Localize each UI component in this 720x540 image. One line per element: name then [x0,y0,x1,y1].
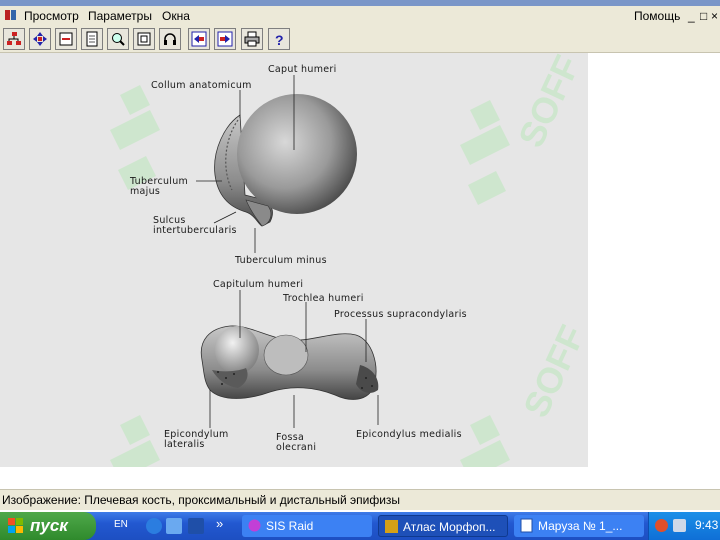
taskbar: пуск EN » SIS Raid Атлас Морфоп... Маруз… [0,512,720,540]
tree-icon [7,32,21,45]
tree-button[interactable] [3,28,25,50]
label-tuberculum-majus-2: majus [130,186,160,197]
windows-logo-icon [8,518,23,533]
task-atlas[interactable]: Атлас Морфоп... [378,515,508,537]
quicklaunch-chevron[interactable]: » [216,516,223,531]
maximize-button[interactable]: □ [700,9,707,23]
sis-raid-icon [248,519,261,532]
task-sis-raid[interactable]: SIS Raid [242,515,372,537]
search-icon [112,33,125,46]
index-button[interactable] [55,28,77,50]
menu-windows[interactable]: Окна [162,9,190,23]
system-tray: 9:43 [648,512,720,540]
forward-icon [217,31,233,47]
menu-help[interactable]: Помощь [634,9,680,23]
print-icon [244,31,260,47]
canvas-blank-area [588,53,720,467]
label-caput-humeri: Caput humeri [268,64,337,75]
tray-icon-1[interactable] [655,519,668,532]
headphones-icon [164,33,176,45]
status-text: Изображение: Плечевая кость, проксимальн… [2,493,401,507]
atlas-icon [385,520,398,533]
task-label: SIS Raid [266,519,314,533]
toolbar: ? [0,26,720,53]
back-button[interactable] [188,28,210,50]
frame-button[interactable] [133,28,155,50]
label-capitulum-humeri: Capitulum humeri [213,279,303,290]
svg-text:?: ? [275,32,284,47]
humerus-illustration: SOFF SOFF Caput humeri Collum anatomicum… [110,53,588,467]
clock: 9:43 [695,518,719,532]
word-icon[interactable] [188,518,204,534]
proximal-humerus-drawing [214,94,357,227]
print-button[interactable] [241,28,263,50]
status-bar: Изображение: Плечевая кость, проксимальн… [0,489,720,510]
watermark-text-2: SOFF [515,319,588,423]
label-trochlea-humeri: Trochlea humeri [282,293,364,304]
audio-button[interactable] [159,28,181,50]
label-processus-supracondylaris: Processus supracondylaris [334,309,467,320]
label-collum-anatomicum: Collum anatomicum [151,80,252,91]
index-icon [59,32,73,46]
menu-bar: Просмотр Параметры Окна Помощь _ □ × [0,6,720,26]
back-icon [191,31,207,47]
label-epicondylus-medialis: Epicondylus medialis [356,429,462,440]
menu-settings[interactable]: Параметры [88,9,152,23]
quicklaunch-icon[interactable] [166,518,182,534]
frame-icon [137,32,151,46]
help-button[interactable]: ? [268,28,290,50]
tray-icon-2[interactable] [673,519,686,532]
distal-humerus-drawing [200,325,379,400]
ie-icon[interactable] [146,518,162,534]
move-icon [33,32,47,46]
label-epicondylum-2: lateralis [164,439,205,450]
label-fossa-2: olecrani [276,442,316,453]
label-tuberculum-minus: Tuberculum minus [234,255,327,266]
forward-button[interactable] [214,28,236,50]
start-label: пуск [30,516,68,535]
document-icon [520,518,533,533]
task-label: Атлас Морфоп... [403,520,496,534]
language-indicator[interactable]: EN [114,519,128,530]
menu-view[interactable]: Просмотр [24,9,79,23]
page-button[interactable] [81,28,103,50]
search-button[interactable] [107,28,129,50]
page-icon [86,31,98,47]
help-icon: ? [275,32,284,47]
close-button[interactable]: × [711,9,718,23]
label-sulcus-2: intertubercularis [153,225,237,236]
minimize-button[interactable]: _ [688,9,695,23]
task-maruza[interactable]: Маруза № 1_... [514,515,644,537]
watermark-text: SOFF [510,53,588,153]
start-button[interactable]: пуск [0,512,96,540]
app-icon [5,10,16,20]
move-button[interactable] [29,28,51,50]
task-label: Маруза № 1_... [538,519,623,533]
